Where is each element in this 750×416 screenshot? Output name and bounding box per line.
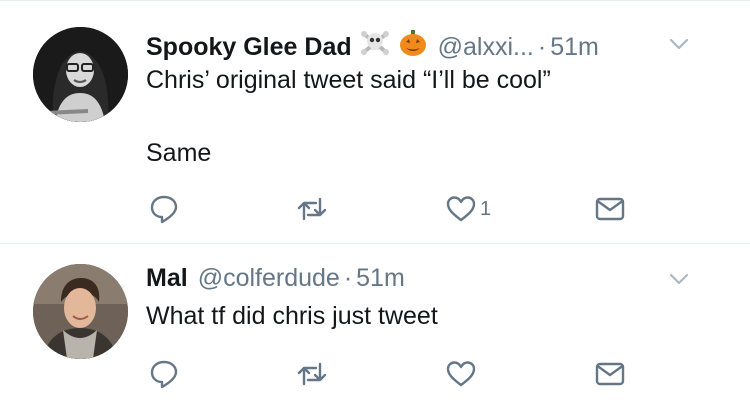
avatar[interactable] [33,27,128,122]
reply-icon [150,360,178,389]
retweet-icon [297,362,327,386]
reply-button[interactable] [148,358,180,390]
retweet-button[interactable] [296,358,328,390]
tweet-header: Spooky Glee Dad @alxxi... · 51m [146,28,720,65]
reply-icon [150,195,178,224]
like-icon [446,196,476,222]
display-name[interactable]: Mal [146,263,188,293]
timestamp[interactable]: 51m [356,263,405,293]
direct-message-icon [595,362,625,386]
direct-message-icon [595,197,625,221]
tweet-actions: 1 [146,193,666,225]
reply-button[interactable] [148,193,180,225]
tweet[interactable]: Mal @colferdude · 51m What tf did chris … [0,243,750,416]
avatar[interactable] [33,264,128,359]
like-button[interactable]: 1 [445,193,491,225]
separator: · [343,264,353,292]
user-handle[interactable]: @alxxi... [438,32,534,62]
tweet-text: Same [146,139,212,167]
direct-message-button[interactable] [594,358,626,390]
separator: · [537,32,547,61]
display-name[interactable]: Spooky Glee Dad [146,32,352,62]
retweet-icon [297,197,327,221]
like-button[interactable] [445,358,477,390]
chevron-down-icon[interactable] [668,267,690,289]
tweet-text: What tf did chris just tweet [146,302,438,330]
skull-crossbones-icon [360,28,390,65]
tweet[interactable]: Spooky Glee Dad @alxxi... · 51m Chris’ o… [0,0,750,243]
chevron-down-icon[interactable] [668,32,690,54]
like-count: 1 [480,197,492,220]
like-icon [446,361,476,387]
tweet-header: Mal @colferdude · 51m [146,263,720,293]
user-handle[interactable]: @colferdude [198,263,340,293]
tweet-text: Chris’ original tweet said “I’ll be cool… [146,66,551,94]
direct-message-button[interactable] [594,193,626,225]
retweet-button[interactable] [296,193,328,225]
jack-o-lantern-icon [398,28,428,65]
tweet-actions [146,358,666,390]
timestamp[interactable]: 51m [550,32,599,62]
